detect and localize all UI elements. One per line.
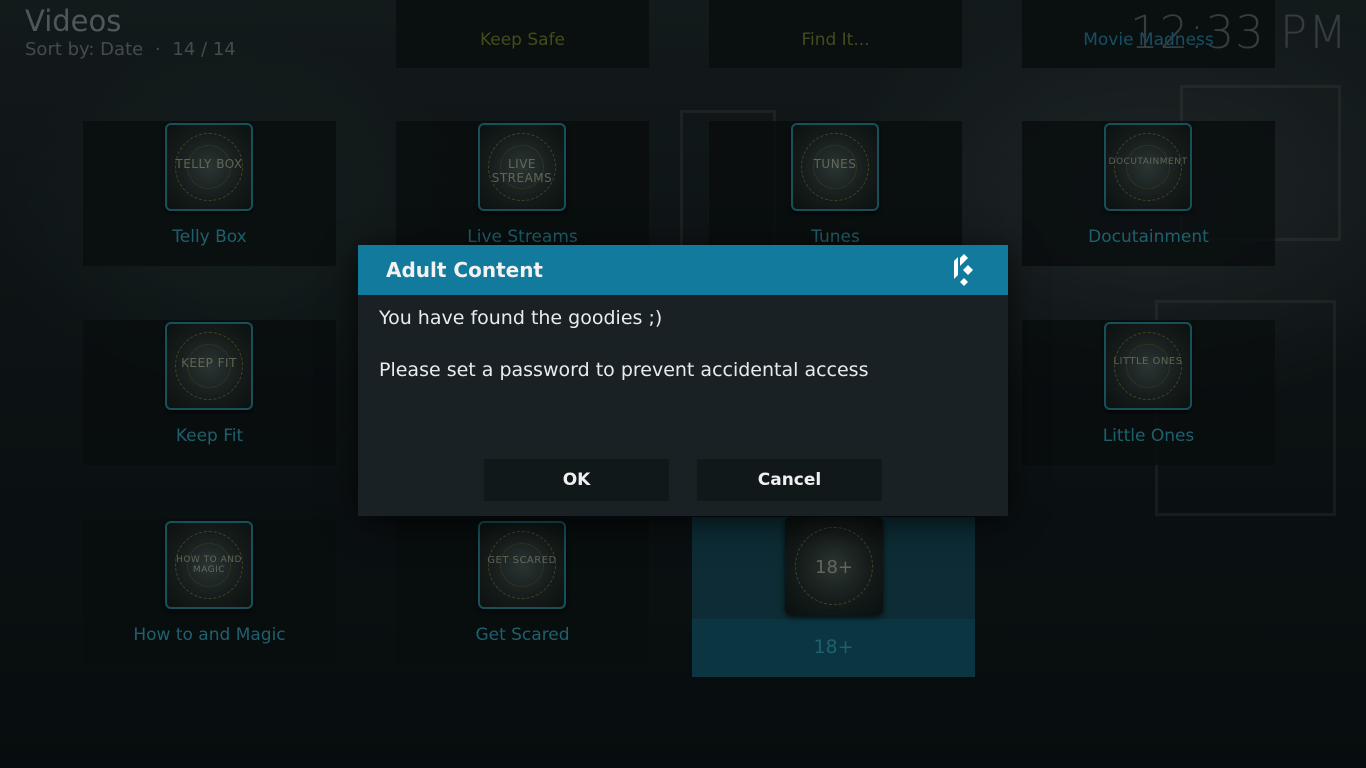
kodi-logo-icon [954, 254, 973, 286]
dialog-header: Adult Content [358, 245, 1008, 295]
adult-content-dialog: Adult Content You have found the goodies… [358, 245, 1008, 516]
dialog-title: Adult Content [386, 258, 543, 282]
ok-button[interactable]: OK [484, 459, 669, 501]
dialog-message: You have found the goodies ;) [379, 307, 663, 329]
cancel-button[interactable]: Cancel [697, 459, 882, 501]
dialog-message: Please set a password to prevent acciden… [379, 359, 869, 381]
